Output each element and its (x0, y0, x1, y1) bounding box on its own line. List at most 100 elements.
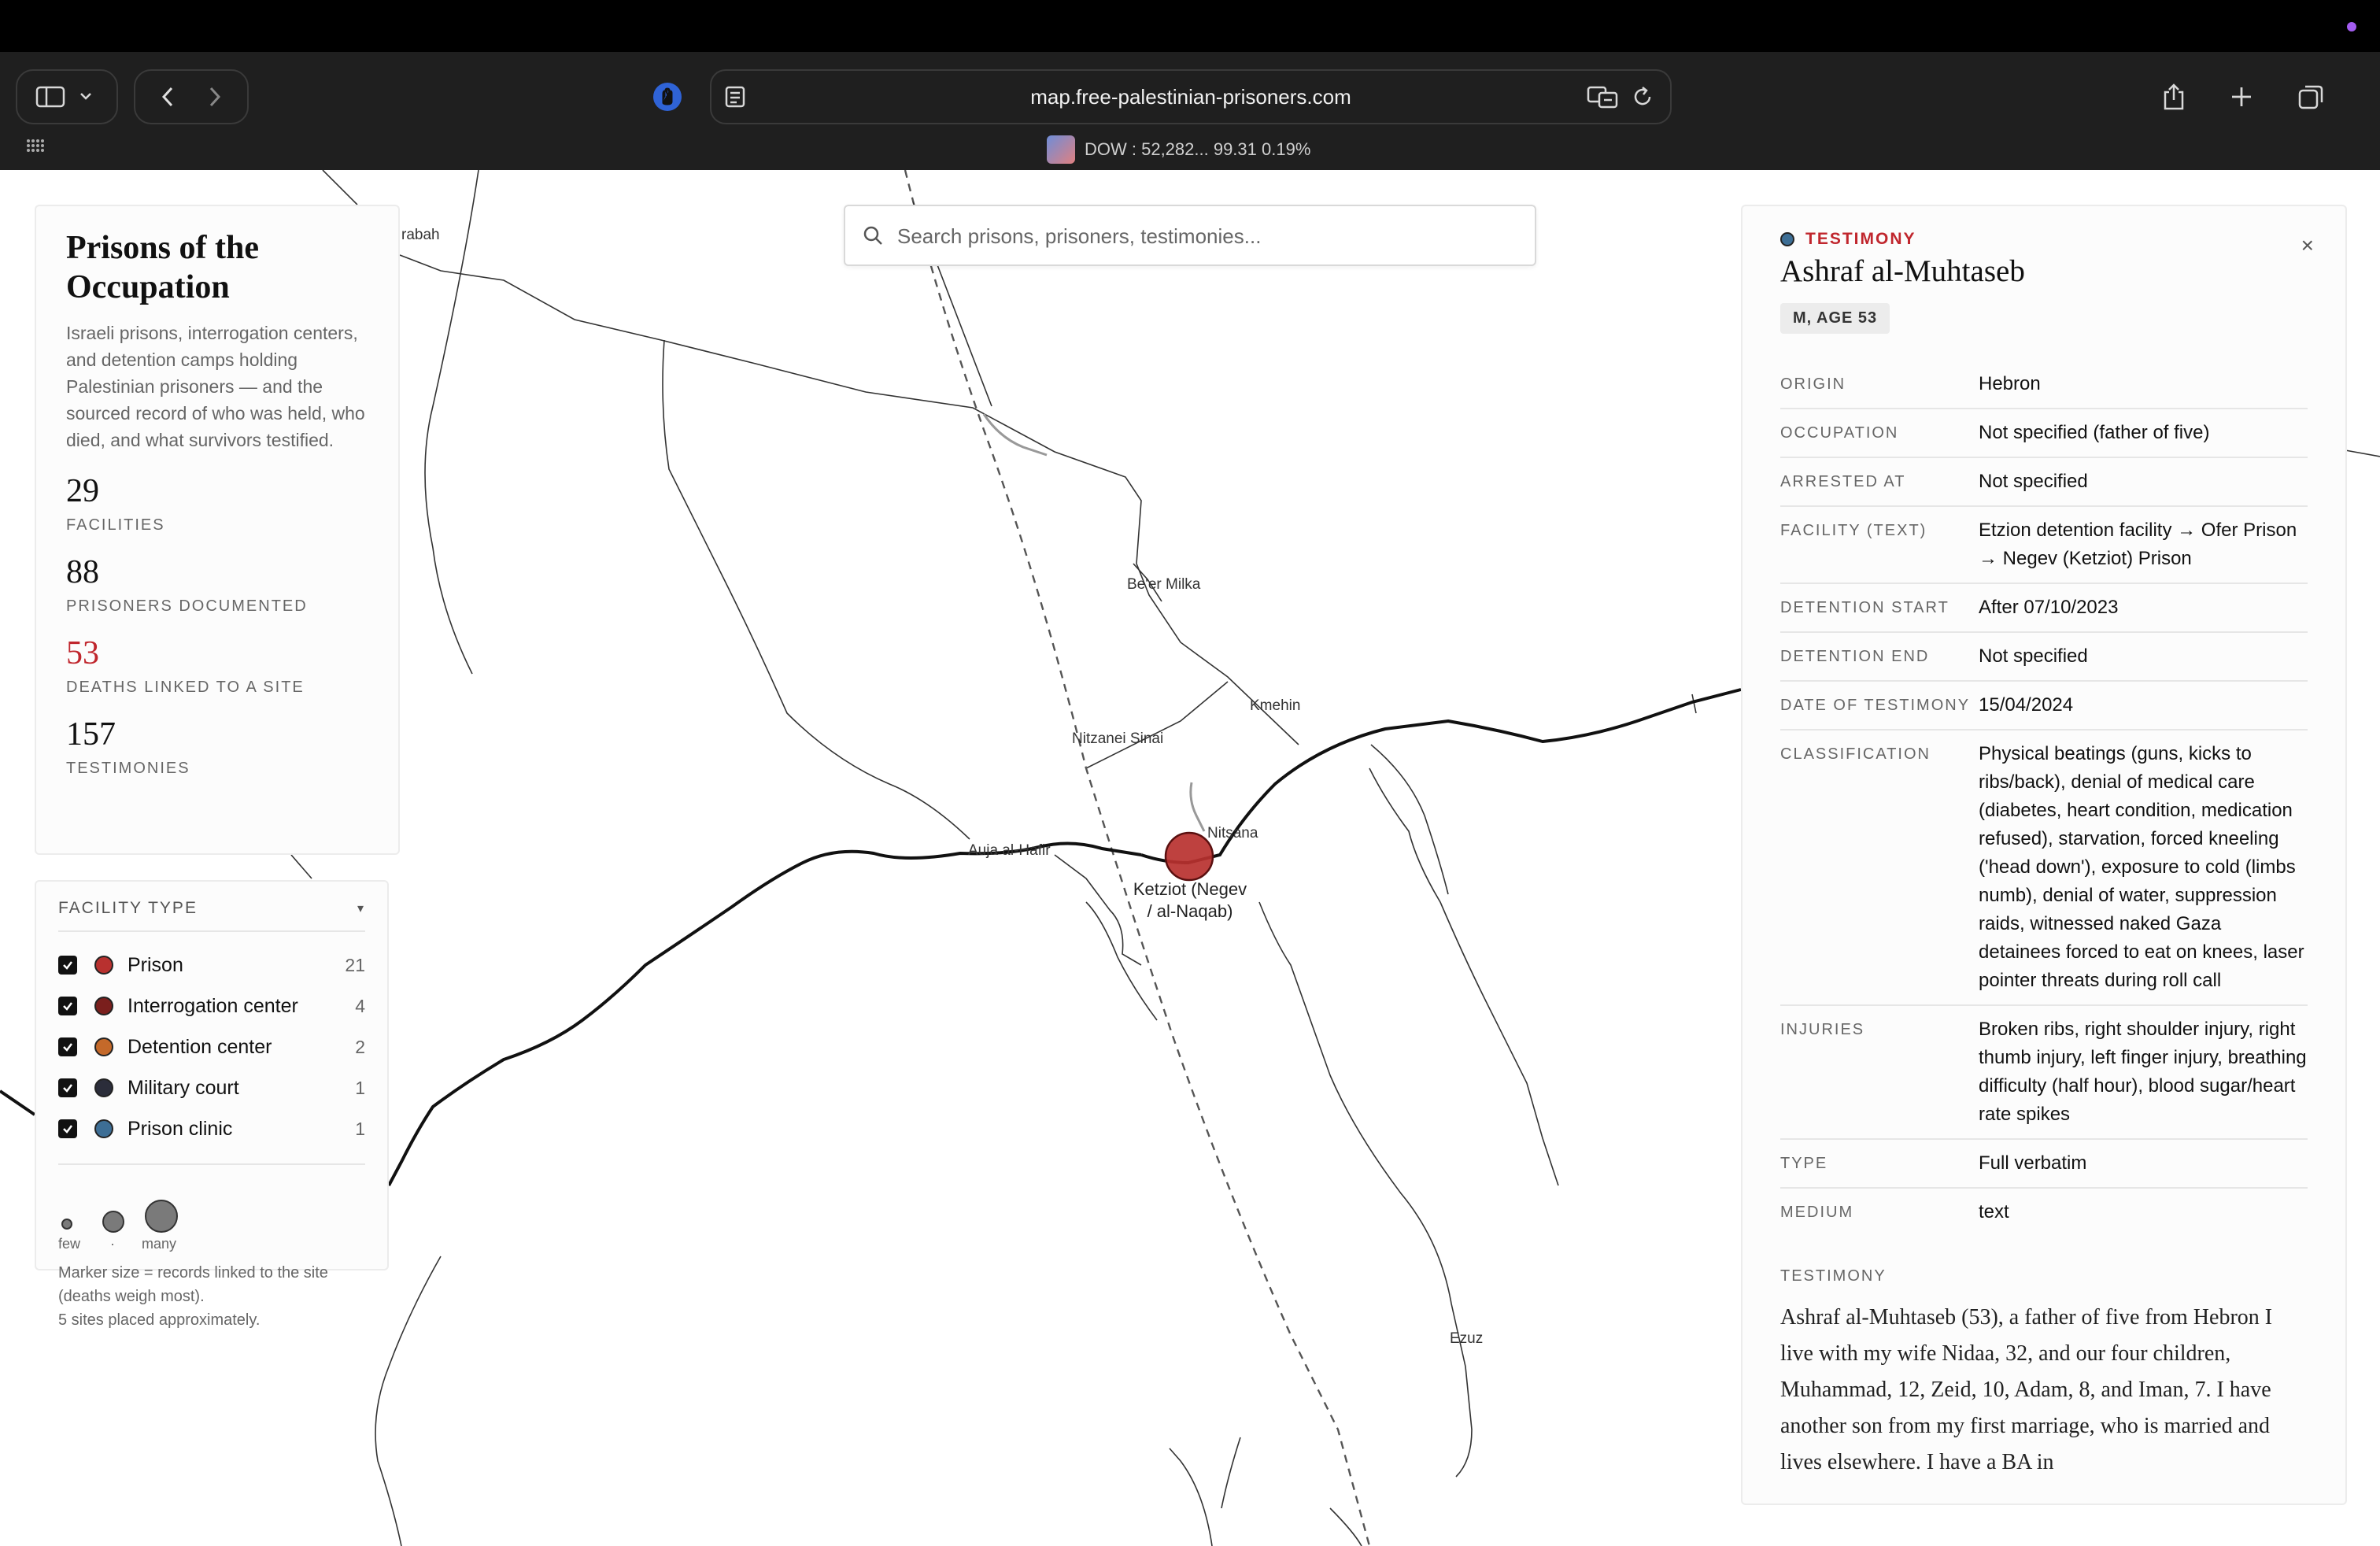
forward-icon[interactable] (209, 87, 221, 107)
field-value: Not specified (1979, 645, 2088, 667)
share-button[interactable] (2150, 69, 2197, 124)
stat-deaths-label: DEATHS LINKED TO A SITE (66, 679, 305, 696)
legend-item-military-court[interactable]: Military court 1 (58, 1067, 365, 1108)
field-arrested-at: ARRESTED AT Not specified (1780, 458, 2308, 507)
checkbox-prison[interactable] (58, 956, 77, 975)
tab-groups-button[interactable] (24, 134, 47, 157)
close-button[interactable]: × (2301, 233, 2314, 258)
web-viewport: rabah Be'er Milka Kmehin Nitzanei Sinai … (0, 170, 2380, 1546)
page-title: Prisons of the Occupation (66, 230, 259, 305)
facility-marker-ketziot[interactable] (1164, 831, 1214, 882)
legend-count: 4 (355, 995, 365, 1016)
share-icon (2164, 83, 2184, 110)
field-key: MEDIUM (1780, 1204, 1854, 1221)
legend-label: Prison (128, 953, 183, 976)
map-label-kmehin: Kmehin (1250, 697, 1301, 714)
map-label-nitzanei-sinai: Nitzanei Sinai (1072, 730, 1164, 747)
navigation-buttons (134, 69, 249, 124)
swatch-military-court (94, 1078, 113, 1097)
field-injuries: INJURIES Broken ribs, right shoulder inj… (1780, 1006, 2308, 1140)
stat-testimonies-label: TESTIMONIES (66, 760, 190, 777)
reload-icon[interactable] (1631, 85, 1654, 109)
field-value: Hebron (1979, 373, 2041, 394)
field-key: DATE OF TESTIMONY (1780, 697, 1971, 714)
size-dot-medium (102, 1211, 124, 1233)
legend-header[interactable]: FACILITY TYPE ▾ (58, 899, 365, 932)
record-kind: TESTIMONY (1780, 230, 2308, 249)
field-key: DETENTION END (1780, 648, 1930, 665)
grid-icon (27, 139, 44, 152)
field-facility-text: FACILITY (TEXT) Etzion detention facilit… (1780, 507, 2308, 584)
field-occupation: OCCUPATION Not specified (father of five… (1780, 409, 2308, 458)
swatch-interrogation-center (94, 997, 113, 1015)
size-dot-small (61, 1219, 72, 1230)
plus-icon (2232, 87, 2251, 106)
legend-label: Prison clinic (128, 1117, 233, 1140)
swatch-prison-clinic (94, 1119, 113, 1138)
stat-deaths-value: 53 (66, 635, 99, 671)
chevron-down-icon[interactable]: ▾ (357, 901, 365, 916)
legend-count: 1 (355, 1118, 365, 1139)
tab-overview-button[interactable] (2287, 69, 2334, 124)
back-icon[interactable] (161, 87, 173, 107)
legend-item-prison[interactable]: Prison 21 (58, 945, 365, 986)
swatch-prison (94, 956, 113, 975)
field-value: Not specified (1979, 471, 2088, 492)
legend-count: 21 (345, 954, 365, 975)
favicon-icon (1047, 135, 1075, 164)
field-value: After 07/10/2023 (1979, 597, 2119, 618)
field-key: INJURIES (1780, 1021, 1865, 1038)
stat-prisoners-value: 88 (66, 554, 99, 590)
map-label-beer-milka: Be'er Milka (1127, 576, 1201, 593)
testimony-text: Ashraf al-Muhtaseb (53), a father of fiv… (1780, 1305, 2273, 1474)
size-label-few: few (58, 1236, 81, 1252)
check-icon (63, 1125, 72, 1134)
legend-item-detention-center[interactable]: Detention center 2 (58, 1026, 365, 1067)
checkbox-detention-center[interactable] (58, 1037, 77, 1056)
tab-title: DOW : 52,282... 99.31 0.19% (1085, 139, 1311, 159)
testimony-heading: TESTIMONY (1780, 1267, 1887, 1285)
active-tab[interactable]: DOW : 52,282... 99.31 0.19% (1047, 134, 1310, 165)
sidebar-toggle-button[interactable] (16, 69, 118, 124)
map-label-ketziot[interactable]: Ketziot (Negev / al-Naqab) (1121, 878, 1259, 923)
new-tab-button[interactable] (2218, 69, 2265, 124)
detail-fields: ORIGIN Hebron OCCUPATION Not specified (… (1780, 361, 2308, 1236)
size-dot-large (145, 1200, 178, 1233)
field-key: TYPE (1780, 1155, 1828, 1172)
address-bar[interactable]: map.free-palestinian-prisoners.com (710, 69, 1672, 124)
map-label-ketziot-line2: / al-Naqab) (1147, 901, 1233, 921)
stats-card: Prisons of the Occupation Israeli prison… (35, 205, 400, 855)
person-badge: M, AGE 53 (1780, 303, 1890, 334)
field-value: text (1979, 1201, 2009, 1222)
legend-item-interrogation-center[interactable]: Interrogation center 4 (58, 986, 365, 1026)
field-detention-end: DETENTION END Not specified (1780, 633, 2308, 682)
checkbox-interrogation-center[interactable] (58, 997, 77, 1015)
search-input[interactable] (897, 214, 1519, 258)
shield-icon (653, 83, 682, 111)
translate-icon[interactable] (1587, 85, 1618, 109)
field-key: ORIGIN (1780, 375, 1846, 393)
field-key: OCCUPATION (1780, 424, 1899, 442)
checkbox-military-court[interactable] (58, 1078, 77, 1097)
os-menu-bar (0, 0, 2380, 52)
checkbox-prison-clinic[interactable] (58, 1119, 77, 1138)
field-detention-start: DETENTION START After 07/10/2023 (1780, 584, 2308, 633)
page-description: Israeli prisons, interrogation centers, … (66, 323, 365, 450)
field-date-of-testimony: DATE OF TESTIMONY 15/04/2024 (1780, 682, 2308, 730)
status-dot-icon (2347, 22, 2356, 31)
search-box (844, 205, 1536, 266)
legend-label: Detention center (128, 1035, 272, 1058)
stat-prisoners-label: PRISONERS DOCUMENTED (66, 597, 308, 615)
field-value: Etzion detention facility → Ofer Prison … (1979, 520, 2297, 569)
record-kind-label: TESTIMONY (1805, 230, 1916, 248)
check-icon (63, 1084, 72, 1093)
field-key: FACILITY (TEXT) (1780, 522, 1927, 539)
legend-item-prison-clinic[interactable]: Prison clinic 1 (58, 1108, 365, 1149)
privacy-shield-button[interactable] (642, 69, 693, 124)
field-classification: CLASSIFICATION Physical beatings (guns, … (1780, 730, 2308, 1006)
map-label-ketziot-line1: Ketziot (Negev (1133, 879, 1247, 899)
legend-count: 2 (355, 1036, 365, 1057)
field-value: Not specified (father of five) (1979, 422, 2210, 443)
map-label-nitsana: Nitsana (1207, 825, 1258, 841)
legend-title: FACILITY TYPE (58, 899, 198, 917)
